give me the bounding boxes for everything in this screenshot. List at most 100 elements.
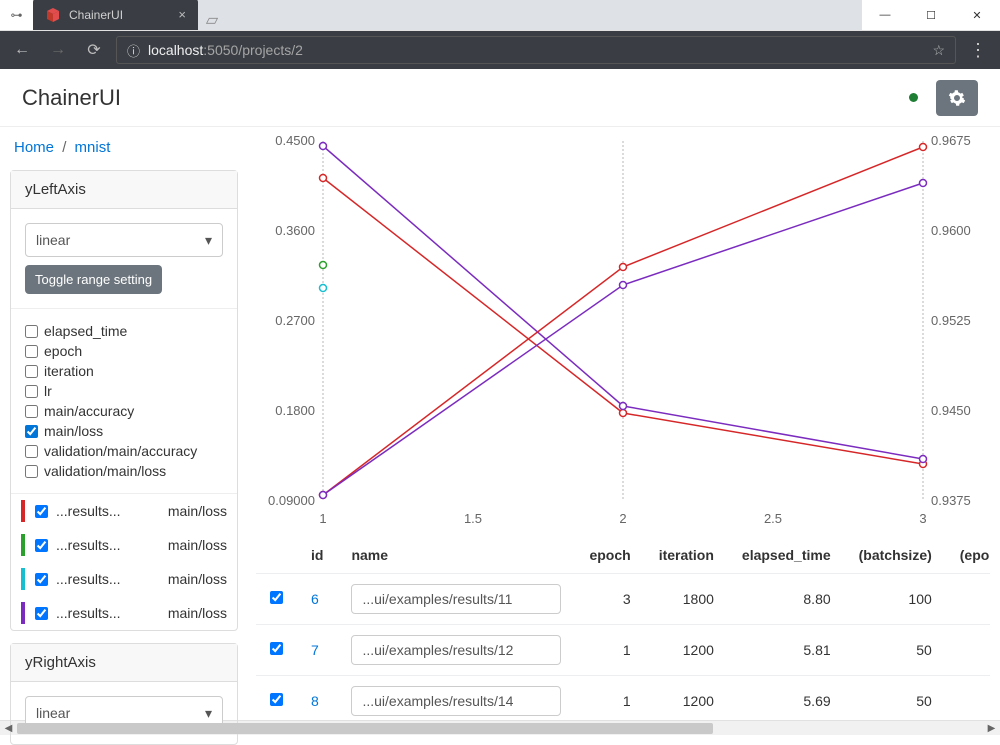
cell-epoch-hyper: 20 — [946, 676, 990, 721]
svg-text:0.9375: 0.9375 — [931, 493, 971, 508]
checkbox-input[interactable] — [25, 385, 38, 398]
svg-text:3: 3 — [919, 511, 926, 526]
log-key-checkbox[interactable]: main/accuracy — [25, 403, 223, 419]
log-key-checkbox[interactable]: elapsed_time — [25, 323, 223, 339]
address-bar[interactable]: ⓘ localhost:5050/projects/2 ☆ — [116, 36, 956, 64]
results-table: idnameepochiterationelapsed_time(batchsi… — [256, 537, 990, 720]
reload-button[interactable]: ⟳ — [80, 40, 108, 60]
result-name-input[interactable] — [351, 584, 561, 614]
back-button[interactable]: ← — [8, 41, 36, 59]
checkbox-input[interactable] — [25, 345, 38, 358]
scroll-left-arrow[interactable]: ◀ — [0, 723, 17, 734]
maximize-button[interactable]: ☐ — [908, 0, 954, 30]
svg-text:2.5: 2.5 — [764, 511, 782, 526]
table-header-cell — [256, 537, 297, 574]
result-id-link[interactable]: 8 — [311, 693, 319, 709]
row-checkbox[interactable] — [270, 591, 283, 604]
series-checkbox[interactable] — [35, 539, 48, 552]
browser-toolbar: ← → ⟳ ⓘ localhost:5050/projects/2 ☆ ⋮ — [0, 31, 1000, 69]
horizontal-scrollbar[interactable]: ◀ ▶ — [0, 720, 1000, 735]
forward-button: → — [44, 41, 72, 59]
browser-menu-button[interactable]: ⋮ — [964, 40, 992, 61]
log-key-label: elapsed_time — [44, 323, 127, 339]
table-header-cell: epoch — [575, 537, 644, 574]
breadcrumb-project-link[interactable]: mnist — [75, 139, 111, 156]
cell-epoch-hyper: 20 — [946, 625, 990, 676]
log-key-checkbox[interactable]: iteration — [25, 363, 223, 379]
series-row: ...results... main/loss — [11, 562, 237, 596]
scroll-thumb[interactable] — [17, 723, 713, 734]
info-icon: ⓘ — [127, 41, 140, 60]
checkbox-input[interactable] — [25, 445, 38, 458]
log-key-label: lr — [44, 383, 52, 399]
row-checkbox[interactable] — [270, 693, 283, 706]
window-controls: — ☐ ✕ — [862, 0, 1000, 30]
minimize-button[interactable]: — — [862, 0, 908, 30]
window-titlebar: ⊶ ChainerUI × ▱ — ☐ ✕ — [0, 0, 1000, 31]
scroll-right-arrow[interactable]: ▶ — [983, 723, 1000, 734]
yleft-axis-panel: yLeftAxis linear ▾ Toggle range setting … — [10, 170, 238, 631]
yleft-scale-select[interactable]: linear ▾ — [25, 223, 223, 257]
log-key-checkbox[interactable]: validation/main/accuracy — [25, 443, 223, 459]
cell-iteration: 1200 — [645, 625, 728, 676]
svg-text:0.1800: 0.1800 — [275, 403, 315, 418]
checkbox-input[interactable] — [25, 365, 38, 378]
table-header-cell: iteration — [645, 537, 728, 574]
checkbox-input[interactable] — [25, 425, 38, 438]
svg-text:2: 2 — [619, 511, 626, 526]
log-key-label: epoch — [44, 343, 82, 359]
cell-elapsed-time: 8.80 — [728, 574, 845, 625]
series-key-name: main/loss — [168, 605, 227, 621]
cell-epoch: 3 — [575, 574, 644, 625]
result-name-input[interactable] — [351, 686, 561, 716]
series-list: ...results... main/loss ...results... ma… — [11, 493, 237, 630]
series-checkbox[interactable] — [35, 505, 48, 518]
row-checkbox[interactable] — [270, 642, 283, 655]
chart[interactable]: 11.522.530.45000.36000.27000.18000.09000… — [256, 131, 990, 531]
series-row: ...results... main/loss — [11, 528, 237, 562]
table-header-cell: name — [337, 537, 575, 574]
new-tab-button[interactable]: ▱ — [198, 10, 226, 30]
svg-text:0.9600: 0.9600 — [931, 223, 971, 238]
close-window-button[interactable]: ✕ — [954, 0, 1000, 30]
checkbox-input[interactable] — [25, 465, 38, 478]
series-key-name: main/loss — [168, 537, 227, 553]
checkbox-input[interactable] — [25, 325, 38, 338]
table-header-cell: (epoch) — [946, 537, 990, 574]
svg-text:0.9525: 0.9525 — [931, 313, 971, 328]
result-id-link[interactable]: 7 — [311, 642, 319, 658]
polling-status-indicator — [909, 93, 918, 102]
url-path: :5050/projects/2 — [203, 42, 303, 58]
log-key-checkbox[interactable]: validation/main/loss — [25, 463, 223, 479]
yleft-axis-title: yLeftAxis — [11, 171, 237, 209]
series-result-name: ...results... — [56, 537, 160, 553]
table-row: 8 1 1200 5.69 50 20 -1 — [256, 676, 990, 721]
table-header-cell: id — [297, 537, 337, 574]
svg-text:1: 1 — [319, 511, 326, 526]
checkbox-input[interactable] — [25, 405, 38, 418]
close-tab-icon[interactable]: × — [178, 7, 186, 22]
svg-text:0.9675: 0.9675 — [931, 133, 971, 148]
series-key-name: main/loss — [168, 503, 227, 519]
app-title: ChainerUI — [22, 85, 909, 111]
settings-button[interactable] — [936, 80, 978, 116]
svg-text:0.3600: 0.3600 — [275, 223, 315, 238]
log-key-checkbox[interactable]: main/loss — [25, 423, 223, 439]
series-result-name: ...results... — [56, 605, 160, 621]
url-host: localhost — [148, 42, 203, 58]
result-name-input[interactable] — [351, 635, 561, 665]
svg-text:0.9450: 0.9450 — [931, 403, 971, 418]
series-checkbox[interactable] — [35, 573, 48, 586]
result-id-link[interactable]: 6 — [311, 591, 319, 607]
browser-tab-active[interactable]: ChainerUI × — [33, 0, 198, 30]
breadcrumb-home-link[interactable]: Home — [14, 139, 54, 156]
yleft-scale-value: linear — [36, 232, 70, 248]
star-icon[interactable]: ☆ — [932, 42, 945, 59]
cell-epoch: 1 — [575, 625, 644, 676]
app-indicator: ⊶ — [0, 0, 33, 30]
cell-epoch-hyper: 20 — [946, 574, 990, 625]
series-checkbox[interactable] — [35, 607, 48, 620]
toggle-range-button[interactable]: Toggle range setting — [25, 265, 162, 294]
log-key-checkbox[interactable]: epoch — [25, 343, 223, 359]
log-key-checkbox[interactable]: lr — [25, 383, 223, 399]
